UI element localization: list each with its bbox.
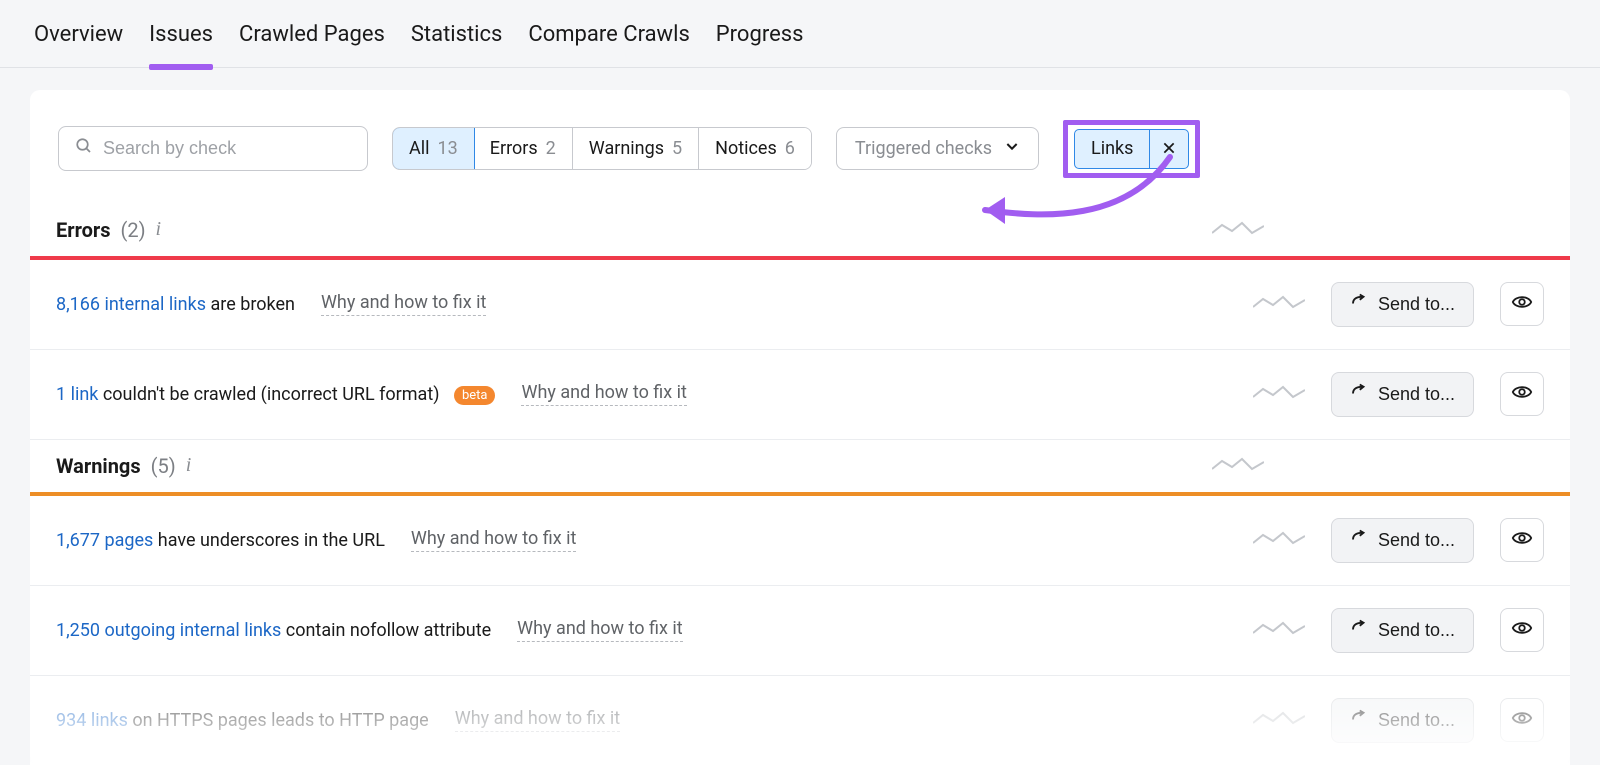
category-filter-chip: Links	[1074, 129, 1189, 169]
seg-warnings-count: 5	[672, 138, 682, 159]
search-box[interactable]	[58, 126, 368, 171]
tab-compare-crawls[interactable]: Compare Crawls	[528, 22, 689, 67]
errors-section-count: (2)	[120, 218, 145, 242]
seg-errors-label: Errors	[490, 138, 538, 159]
issue-suffix: contain nofollow attribute	[281, 620, 491, 641]
hide-issue-button[interactable]	[1500, 698, 1544, 742]
tabs: Overview Issues Crawled Pages Statistics…	[0, 0, 1600, 68]
send-to-label: Send to...	[1378, 530, 1455, 551]
tab-statistics[interactable]: Statistics	[411, 22, 503, 67]
eye-icon	[1511, 707, 1533, 734]
send-to-button[interactable]: Send to...	[1331, 282, 1474, 327]
send-to-button[interactable]: Send to...	[1331, 518, 1474, 563]
seg-notices-label: Notices	[715, 138, 777, 159]
issue-link[interactable]: 1,250 outgoing internal links	[56, 620, 281, 641]
issue-link[interactable]: 8,166 internal links	[56, 294, 206, 315]
issue-row: 934 links on HTTPS pages leads to HTTP p…	[30, 676, 1570, 765]
issue-row: 8,166 internal links are broken Why and …	[30, 260, 1570, 350]
tab-crawled-pages[interactable]: Crawled Pages	[239, 22, 385, 67]
category-filter-label: Links	[1075, 130, 1149, 167]
issue-row: 1,250 outgoing internal links contain no…	[30, 586, 1570, 676]
seg-errors[interactable]: Errors 2	[474, 128, 573, 169]
issue-text: 1,677 pages have underscores in the URL	[56, 530, 385, 551]
send-to-label: Send to...	[1378, 294, 1455, 315]
why-link[interactable]: Why and how to fix it	[521, 382, 686, 406]
issue-link[interactable]: 1 link	[56, 384, 98, 405]
eye-icon	[1511, 291, 1533, 318]
errors-section-header: Errors (2) i	[30, 204, 1570, 256]
tab-issues[interactable]: Issues	[149, 22, 213, 67]
share-icon	[1350, 383, 1368, 406]
hide-issue-button[interactable]	[1500, 518, 1544, 562]
issue-suffix: couldn't be crawled (incorrect URL forma…	[98, 384, 439, 405]
share-icon	[1350, 529, 1368, 552]
search-input[interactable]	[103, 138, 351, 159]
issue-suffix: have underscores in the URL	[153, 530, 385, 551]
beta-badge: beta	[454, 386, 496, 405]
info-icon[interactable]: i	[156, 218, 162, 241]
why-link[interactable]: Why and how to fix it	[455, 708, 620, 732]
why-link[interactable]: Why and how to fix it	[321, 292, 486, 316]
seg-all-count: 13	[438, 138, 458, 159]
issue-text: 8,166 internal links are broken	[56, 294, 295, 315]
category-filter-highlight: Links	[1063, 120, 1200, 178]
sparkline-icon	[1212, 457, 1264, 475]
send-to-button[interactable]: Send to...	[1331, 698, 1474, 743]
eye-icon	[1511, 381, 1533, 408]
tab-overview[interactable]: Overview	[34, 22, 123, 67]
warnings-section-title: Warnings	[56, 454, 141, 478]
category-filter-remove[interactable]	[1149, 130, 1188, 168]
send-to-label: Send to...	[1378, 710, 1455, 731]
issue-suffix: on HTTPS pages leads to HTTP page	[128, 710, 429, 731]
why-link[interactable]: Why and how to fix it	[411, 528, 576, 552]
severity-filter: All 13 Errors 2 Warnings 5 Notices 6	[392, 127, 812, 170]
sparkline-icon	[1212, 221, 1264, 239]
close-icon	[1162, 139, 1176, 160]
send-to-button[interactable]: Send to...	[1331, 372, 1474, 417]
seg-warnings-label: Warnings	[589, 138, 664, 159]
issues-card: All 13 Errors 2 Warnings 5 Notices 6 Tri…	[30, 90, 1570, 765]
hide-issue-button[interactable]	[1500, 608, 1544, 652]
sparkline-icon	[1253, 711, 1305, 729]
triggered-checks-dropdown[interactable]: Triggered checks	[836, 127, 1039, 170]
errors-section-title: Errors	[56, 218, 110, 242]
send-to-label: Send to...	[1378, 620, 1455, 641]
seg-all[interactable]: All 13	[392, 127, 475, 170]
issue-suffix: are broken	[206, 294, 295, 315]
hide-issue-button[interactable]	[1500, 282, 1544, 326]
eye-icon	[1511, 617, 1533, 644]
seg-notices-count: 6	[785, 138, 795, 159]
search-icon	[75, 137, 93, 160]
issue-text: 934 links on HTTPS pages leads to HTTP p…	[56, 710, 429, 731]
tab-progress[interactable]: Progress	[716, 22, 804, 67]
share-icon	[1350, 619, 1368, 642]
seg-notices[interactable]: Notices 6	[699, 128, 811, 169]
sparkline-icon	[1253, 385, 1305, 403]
sparkline-icon	[1253, 295, 1305, 313]
warnings-section-header: Warnings (5) i	[30, 440, 1570, 492]
send-to-label: Send to...	[1378, 384, 1455, 405]
share-icon	[1350, 293, 1368, 316]
hide-issue-button[interactable]	[1500, 372, 1544, 416]
sparkline-icon	[1253, 621, 1305, 639]
why-link[interactable]: Why and how to fix it	[517, 618, 682, 642]
issue-text: 1,250 outgoing internal links contain no…	[56, 620, 491, 641]
warnings-section-count: (5)	[151, 454, 176, 478]
seg-all-label: All	[409, 138, 430, 159]
eye-icon	[1511, 527, 1533, 554]
triggered-checks-label: Triggered checks	[855, 138, 992, 159]
sparkline-icon	[1253, 531, 1305, 549]
issue-row: 1,677 pages have underscores in the URL …	[30, 496, 1570, 586]
issue-link[interactable]: 934 links	[56, 710, 128, 731]
issue-link[interactable]: 1,677 pages	[56, 530, 153, 551]
info-icon[interactable]: i	[186, 454, 192, 477]
issue-text: 1 link couldn't be crawled (incorrect UR…	[56, 384, 495, 405]
seg-errors-count: 2	[546, 138, 556, 159]
issue-row: 1 link couldn't be crawled (incorrect UR…	[30, 350, 1570, 440]
send-to-button[interactable]: Send to...	[1331, 608, 1474, 653]
share-icon	[1350, 709, 1368, 732]
chevron-down-icon	[1004, 138, 1020, 159]
seg-warnings[interactable]: Warnings 5	[573, 128, 699, 169]
controls-row: All 13 Errors 2 Warnings 5 Notices 6 Tri…	[30, 90, 1570, 204]
